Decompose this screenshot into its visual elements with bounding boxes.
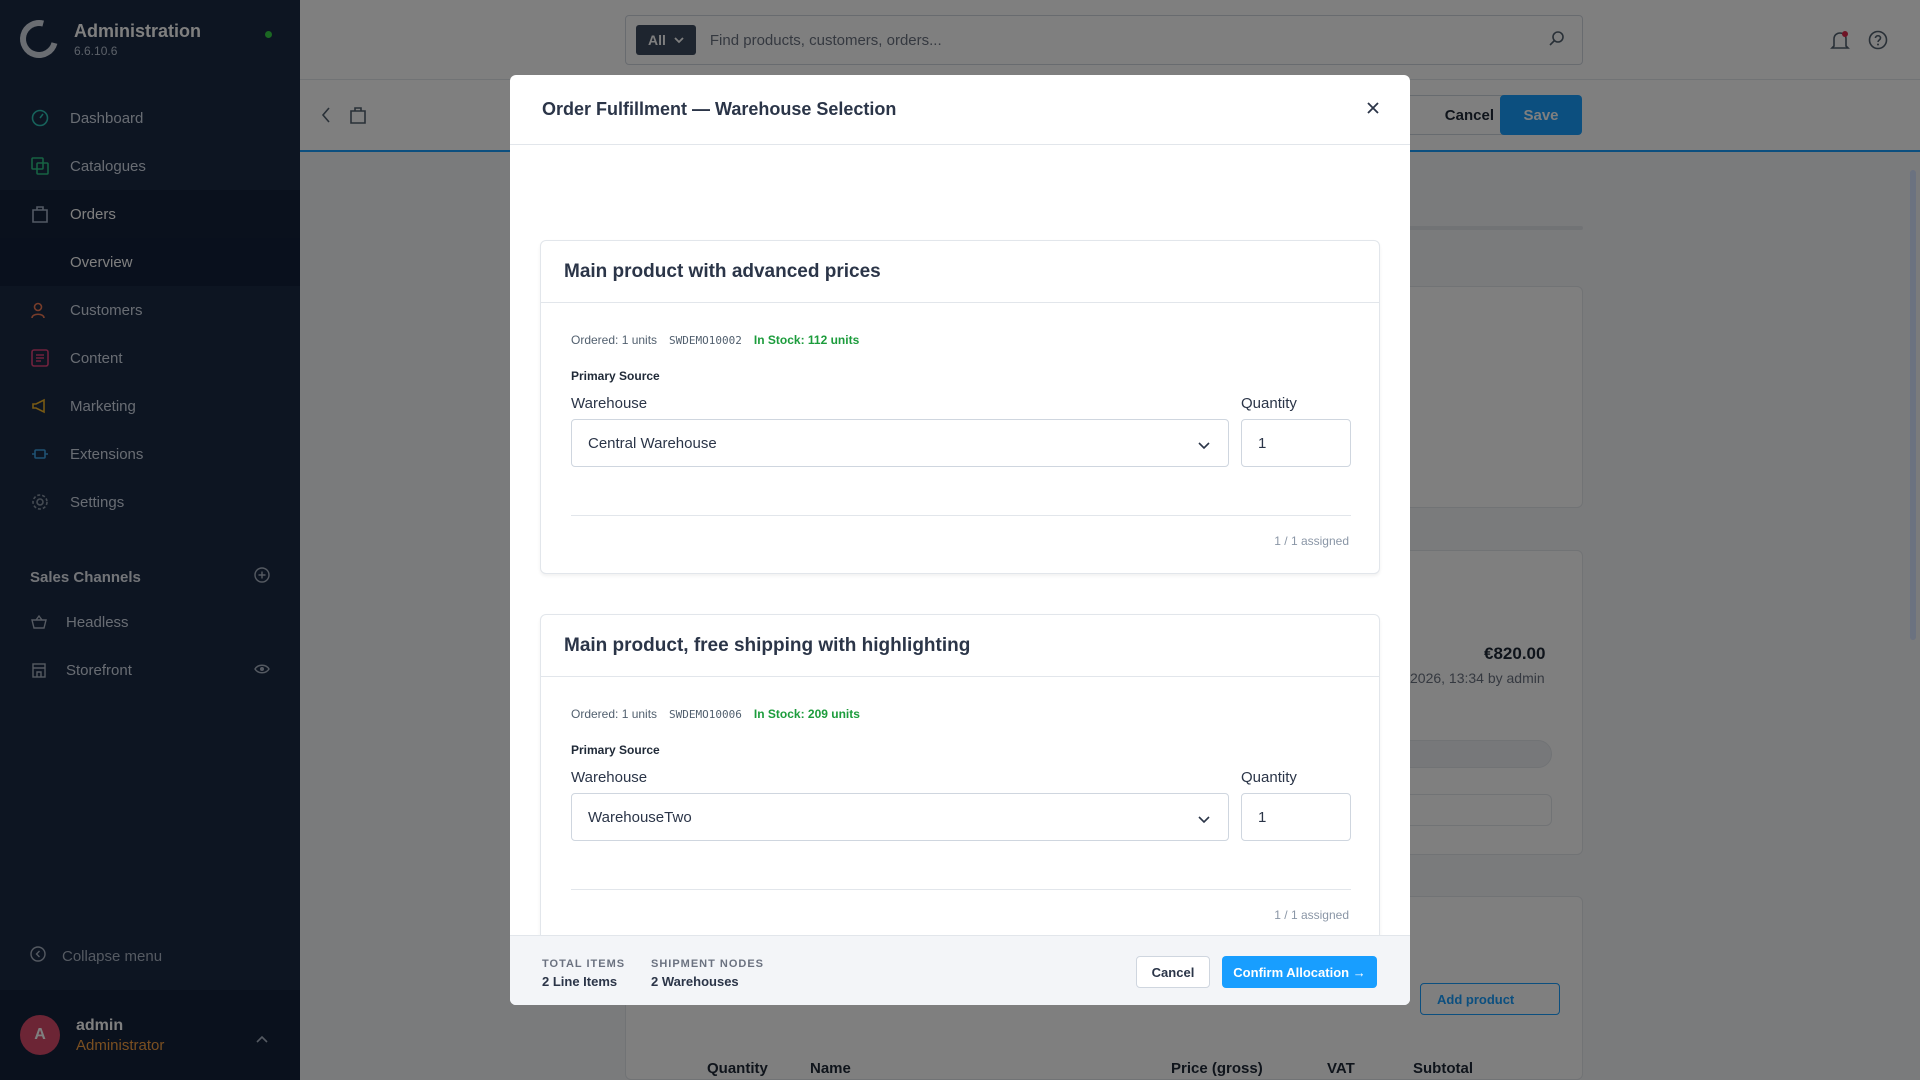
modal-cancel-button[interactable]: Cancel	[1136, 956, 1210, 988]
warehouse-select[interactable]: WarehouseTwo	[571, 793, 1229, 841]
total-items-value: 2 Line Items	[542, 974, 618, 989]
product-sku: SWDEMO10006	[669, 707, 742, 721]
warehouse-select-value: Central Warehouse	[588, 434, 717, 452]
product-meta: Ordered: 1 units SWDEMO10006 In Stock: 2…	[571, 707, 860, 721]
warehouse-select[interactable]: Central Warehouse	[571, 419, 1229, 467]
shipment-nodes-label: SHIPMENT NODES	[651, 958, 765, 970]
warehouse-select-value: WarehouseTwo	[588, 808, 692, 826]
chevron-down-icon	[1198, 811, 1210, 828]
total-items-stat: TOTAL ITEMS 2 Line Items	[542, 958, 625, 989]
product-meta: Ordered: 1 units SWDEMO10002 In Stock: 1…	[571, 333, 859, 347]
stock-badge: In Stock: 112 units	[753, 333, 860, 347]
assigned-status: 1 / 1 assigned	[1274, 534, 1349, 548]
scrollbar-thumb[interactable]	[1910, 170, 1916, 640]
warehouse-label: Warehouse	[571, 769, 648, 786]
modal-footer: TOTAL ITEMS 2 Line Items SHIPMENT NODES …	[510, 935, 1410, 1005]
total-items-label: TOTAL ITEMS	[542, 958, 626, 970]
quantity-input[interactable]: 1	[1241, 419, 1351, 467]
quantity-label: Quantity	[1241, 395, 1297, 412]
confirm-allocation-button[interactable]: Confirm Allocation →	[1222, 956, 1377, 988]
quantity-input[interactable]: 1	[1241, 793, 1351, 841]
warehouse-selection-modal: Order Fulfillment — Warehouse Selection …	[510, 75, 1410, 1005]
shipment-nodes-stat: SHIPMENT NODES 2 Warehouses	[651, 958, 764, 989]
divider	[571, 515, 1351, 516]
chevron-down-icon	[1198, 437, 1210, 454]
product-card: Main product, free shipping with highlig…	[540, 614, 1380, 948]
shipment-nodes-value: 2 Warehouses	[651, 974, 739, 989]
close-icon[interactable]	[1366, 101, 1380, 120]
modal-title: Order Fulfillment — Warehouse Selection	[542, 99, 897, 119]
stock-badge: In Stock: 209 units	[753, 707, 860, 721]
primary-source-label: Primary Source	[571, 743, 660, 757]
divider	[571, 889, 1351, 890]
product-name: Main product, free shipping with highlig…	[541, 615, 1379, 677]
warehouse-label: Warehouse	[571, 395, 648, 412]
product-card: Main product with advanced prices Ordere…	[540, 240, 1380, 574]
quantity-label: Quantity	[1241, 769, 1297, 786]
modal-body: Main product with advanced prices Ordere…	[510, 145, 1410, 948]
product-name: Main product with advanced prices	[541, 241, 1379, 303]
ordered-qty: Ordered: 1 units	[571, 333, 658, 347]
assigned-status: 1 / 1 assigned	[1274, 908, 1349, 922]
primary-source-label: Primary Source	[571, 369, 660, 383]
product-sku: SWDEMO10002	[669, 333, 742, 347]
ordered-qty: Ordered: 1 units	[571, 707, 658, 721]
modal-header: Order Fulfillment — Warehouse Selection	[510, 75, 1410, 145]
